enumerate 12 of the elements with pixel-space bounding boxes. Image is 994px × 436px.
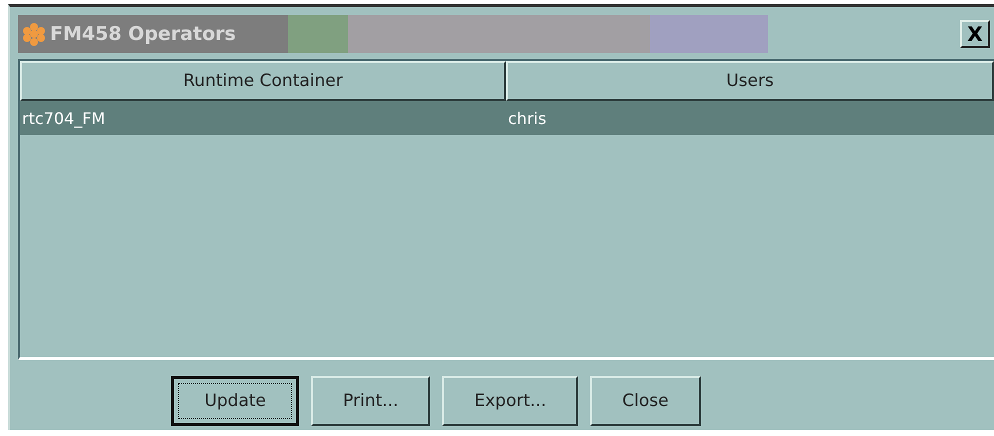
- dialog-button[interactable]: Close: [590, 376, 701, 426]
- dialog-button[interactable]: Update: [171, 376, 300, 426]
- dialog-button[interactable]: Export...: [442, 376, 578, 426]
- table-cell-text: chris: [507, 108, 548, 128]
- column-header[interactable]: Runtime Container: [20, 61, 506, 101]
- cluster-icon: [22, 22, 46, 46]
- window-title: FM458 Operators: [50, 23, 236, 45]
- dialog-button[interactable]: Print...: [311, 376, 430, 426]
- window-close-x[interactable]: X: [960, 20, 990, 48]
- column-header[interactable]: Users: [506, 61, 994, 101]
- table-row[interactable]: rtc704_FM chris: [20, 101, 994, 135]
- table-cell-text: rtc704_FM: [21, 108, 106, 128]
